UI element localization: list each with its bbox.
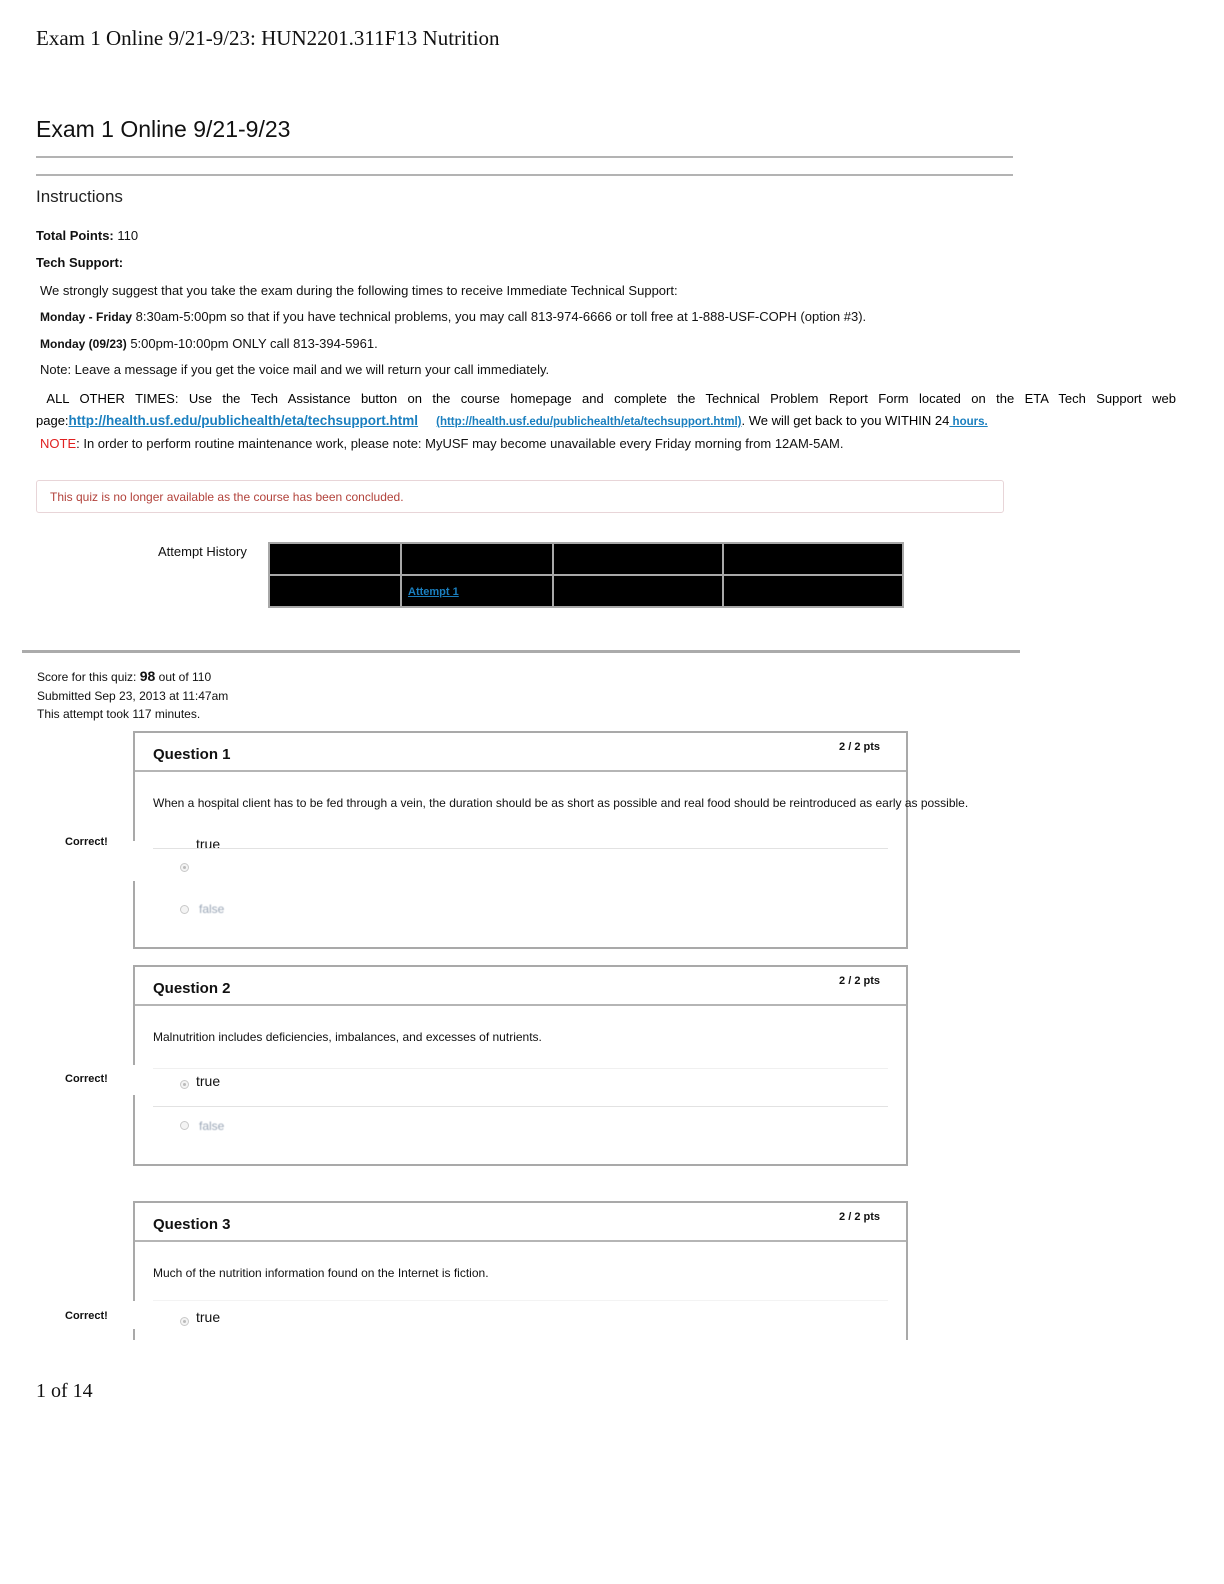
question-title: Question 2 — [153, 980, 231, 997]
table-cell — [400, 542, 554, 576]
weekday-support: Monday - Friday 8:30am-5:00pm so that if… — [40, 309, 866, 324]
total-points: Total Points: 110 — [36, 228, 138, 243]
table-cell — [268, 574, 402, 608]
q1-correct-label: Correct! — [65, 836, 108, 848]
table-cell — [552, 574, 724, 608]
answer-divider — [153, 848, 888, 849]
table-cell — [722, 542, 904, 576]
total-points-value: 110 — [117, 228, 139, 243]
question-points: 2 / 2 pts — [839, 741, 880, 753]
question-text: Much of the nutrition information found … — [153, 1266, 489, 1280]
alert-message: This quiz is no longer available as the … — [50, 490, 404, 504]
score-suffix: out of 110 — [158, 670, 212, 684]
attempt-duration: This attempt took 117 minutes. — [37, 707, 201, 721]
table-row — [268, 542, 904, 576]
page-number: 1 of 14 — [36, 1380, 93, 1402]
answer-true-label: true — [196, 836, 221, 852]
submitted-time: Submitted Sep 23, 2013 at 11:47am — [37, 688, 229, 703]
answer-true-radio[interactable] — [180, 1317, 189, 1326]
page-title: Exam 1 Online 9/21-9/23 — [36, 116, 291, 142]
maintenance-label: NOTE — [40, 436, 77, 451]
answer-true-radio[interactable] — [180, 1080, 189, 1089]
question-text: Malnutrition includes deficiencies, imba… — [153, 1030, 542, 1044]
instructions-heading: Instructions — [36, 187, 123, 206]
hours-link[interactable]: hours. — [949, 416, 988, 428]
question-3: Question 3 2 / 2 pts Much of the nutriti… — [132, 1201, 908, 1340]
question-title: Question 3 — [153, 1216, 231, 1233]
support-link[interactable]: http://health.usf.edu/publichealth/eta/t… — [69, 413, 419, 428]
total-points-label: Total Points: — [36, 228, 114, 243]
answer-true-label: true — [196, 1309, 221, 1325]
suggest-text: We strongly suggest that you take the ex… — [40, 283, 678, 298]
maintenance-text: : In order to perform routine maintenanc… — [76, 436, 844, 451]
attempt-history-label: Attempt History — [158, 544, 247, 559]
weekday-text: 8:30am-5:00pm so that if you have techni… — [135, 309, 867, 324]
results-divider — [22, 650, 1020, 653]
q2-correct-label: Correct! — [65, 1073, 108, 1085]
answer-false-label: false — [199, 902, 225, 916]
attempt-history-table: Attempt 1 — [268, 542, 904, 608]
question-points: 2 / 2 pts — [839, 1211, 880, 1223]
answer-divider — [153, 1300, 888, 1301]
table-cell — [552, 542, 724, 576]
monday-label: Monday (09/23) — [40, 337, 127, 351]
border-gap — [132, 1301, 140, 1329]
answer-divider — [153, 1068, 888, 1069]
score-value: 98 — [139, 668, 156, 684]
question-title: Question 1 — [153, 746, 231, 763]
within-text: . We will get back to you WITHIN 24 — [741, 413, 950, 428]
quiz-unavailable-alert: This quiz is no longer available as the … — [36, 480, 1004, 513]
question-points: 2 / 2 pts — [839, 975, 880, 987]
question-text: When a hospital client has to be fed thr… — [153, 796, 969, 810]
title-divider — [36, 156, 1013, 158]
table-cell — [268, 542, 402, 576]
answer-false-label: false — [199, 1119, 225, 1133]
score-prefix: Score for this quiz: — [37, 670, 137, 684]
table-cell: Attempt 1 — [400, 574, 554, 608]
other-times-paragraph: ALL OTHER TIMES: Use the Tech Assistance… — [36, 388, 1176, 433]
question-1: Question 1 2 / 2 pts When a hospital cli… — [132, 731, 968, 949]
answer-false-radio[interactable] — [180, 905, 189, 914]
print-header: Exam 1 Online 9/21-9/23: HUN2201.311F13 … — [36, 26, 500, 50]
answer-false-radio[interactable] — [180, 1121, 189, 1130]
answer-true-label: true — [196, 1073, 221, 1089]
tech-support-label: Tech Support: — [36, 255, 124, 270]
attempt-1-link[interactable]: Attempt 1 — [408, 586, 459, 598]
voicemail-note: Note: Leave a message if you get the voi… — [40, 362, 550, 377]
score-line: Score for this quiz: 98 out of 110 — [37, 667, 228, 687]
instructions-divider — [36, 174, 1013, 176]
question-2: Question 2 2 / 2 pts Malnutrition includ… — [132, 965, 908, 1166]
question-header: Question 3 2 / 2 pts — [135, 1203, 906, 1242]
monday-text: 5:00pm-10:00pm ONLY call 813-394-5961. — [130, 336, 378, 351]
maintenance-note: NOTE: In order to perform routine mainte… — [40, 436, 843, 451]
weekday-label: Monday - Friday — [40, 310, 133, 324]
table-cell — [722, 574, 904, 608]
answer-true-radio[interactable] — [180, 863, 189, 872]
score-summary: Score for this quiz: 98 out of 110 Submi… — [37, 667, 228, 724]
border-gap — [132, 1065, 140, 1095]
table-row: Attempt 1 — [268, 574, 904, 608]
support-link-paren[interactable]: (http://health.usf.edu/publichealth/eta/… — [436, 416, 741, 428]
monday-support: Monday (09/23) 5:00pm-10:00pm ONLY call … — [40, 336, 378, 351]
answer-divider — [153, 1106, 888, 1107]
question-header: Question 2 2 / 2 pts — [135, 967, 906, 1006]
border-gap — [132, 841, 140, 881]
q3-correct-label: Correct! — [65, 1310, 108, 1322]
question-header: Question 1 2 / 2 pts — [135, 733, 906, 772]
